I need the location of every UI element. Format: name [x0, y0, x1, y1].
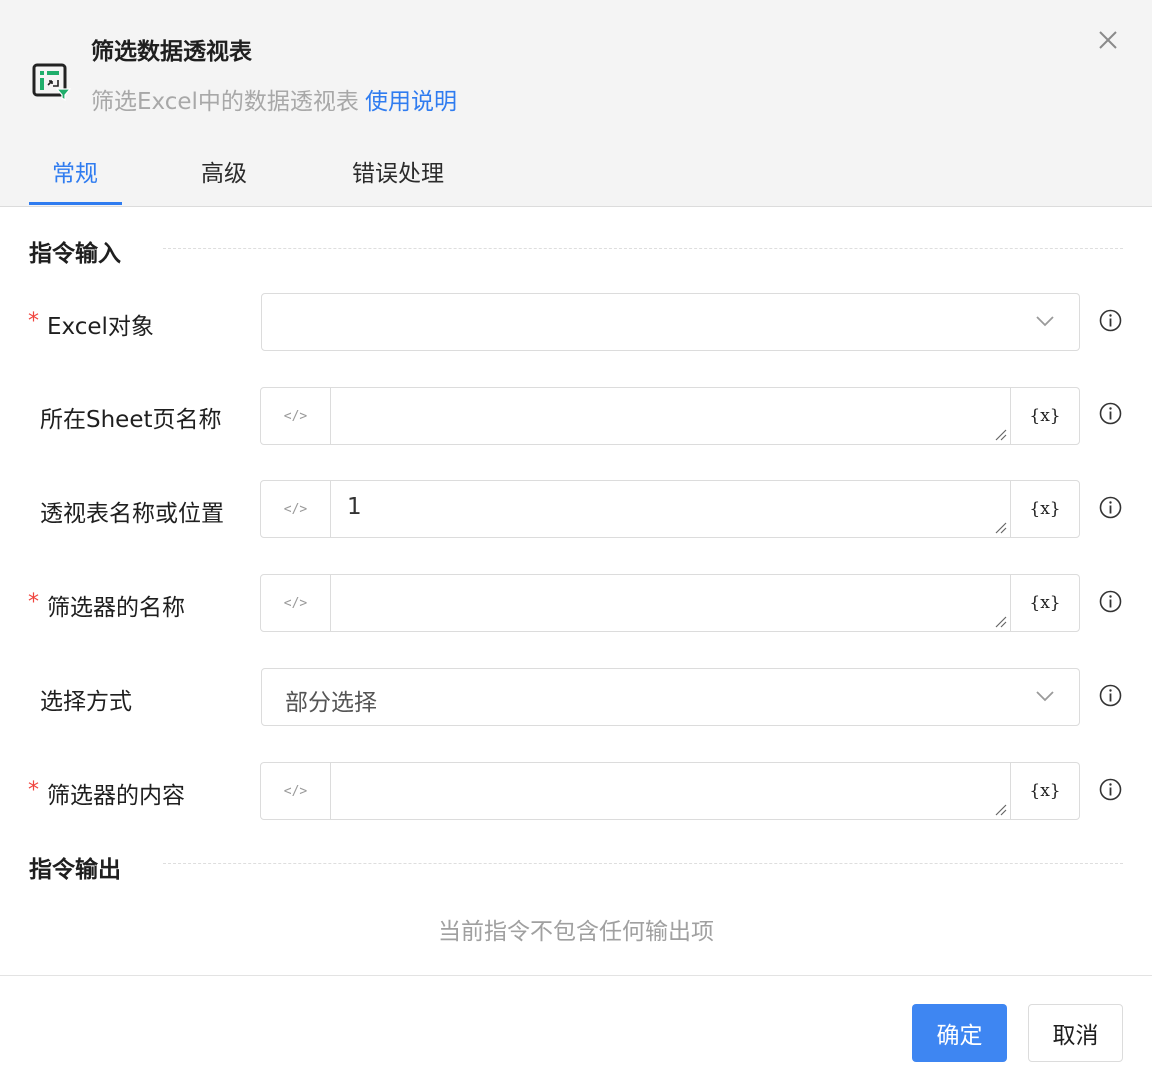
code-mode-toggle[interactable]: </> [261, 575, 331, 631]
pivot-table-filter-icon [32, 63, 72, 102]
select-mode-select[interactable]: 部分选择 [261, 668, 1080, 726]
info-icon[interactable] [1099, 496, 1122, 519]
tab-advanced[interactable]: 高级 [201, 154, 247, 188]
close-icon[interactable] [1094, 26, 1122, 54]
required-mark: * [28, 778, 39, 803]
insert-variable-button[interactable]: {x} [1011, 575, 1079, 631]
info-icon[interactable] [1099, 309, 1122, 332]
resize-grip-icon[interactable] [995, 522, 1007, 534]
chevron-down-icon [1036, 691, 1054, 702]
chevron-down-icon [1036, 316, 1054, 327]
section-title-output: 指令输出 [29, 857, 121, 883]
confirm-button[interactable]: 确定 [912, 1004, 1007, 1062]
info-icon[interactable] [1099, 590, 1122, 613]
filter-content-input-group: </> {x} [260, 762, 1080, 820]
filter-content-input[interactable] [331, 763, 1011, 819]
dialog-subtitle: 筛选Excel中的数据透视表 使用说明 [91, 82, 457, 116]
insert-variable-button[interactable]: {x} [1011, 481, 1079, 537]
pivot-name-input[interactable]: 1 [331, 481, 1011, 537]
info-icon[interactable] [1099, 778, 1122, 801]
resize-grip-icon[interactable] [995, 616, 1007, 628]
pivot-name-input-group: </> 1 {x} [260, 480, 1080, 538]
sheet-name-input-group: </> {x} [260, 387, 1080, 445]
label-pivot-name: 透视表名称或位置 [40, 501, 224, 527]
help-link[interactable]: 使用说明 [365, 89, 457, 115]
info-icon[interactable] [1099, 402, 1122, 425]
code-mode-toggle[interactable]: </> [261, 388, 331, 444]
sheet-name-input[interactable] [331, 388, 1011, 444]
pivot-name-value: 1 [347, 494, 362, 520]
code-mode-toggle[interactable]: </> [261, 481, 331, 537]
no-output-message: 当前指令不包含任何输出项 [438, 919, 714, 945]
footer-divider [0, 975, 1152, 976]
section-divider [163, 863, 1123, 864]
section-divider [163, 248, 1123, 249]
insert-variable-button[interactable]: {x} [1011, 763, 1079, 819]
filter-name-input[interactable] [331, 575, 1011, 631]
filter-name-input-group: </> {x} [260, 574, 1080, 632]
label-filter-name: 筛选器的名称 [47, 595, 185, 621]
label-sheet-name: 所在Sheet页名称 [40, 407, 222, 433]
resize-grip-icon[interactable] [995, 429, 1007, 441]
info-icon[interactable] [1099, 684, 1122, 707]
required-mark: * [28, 309, 39, 334]
active-tab-indicator [29, 202, 122, 205]
label-select-mode: 选择方式 [40, 689, 132, 715]
section-title-input: 指令输入 [29, 241, 121, 267]
cancel-button[interactable]: 取消 [1028, 1004, 1123, 1062]
select-mode-value: 部分选择 [285, 690, 377, 716]
tab-error-handling[interactable]: 错误处理 [352, 154, 444, 188]
insert-variable-button[interactable]: {x} [1011, 388, 1079, 444]
label-excel-object: Excel对象 [47, 314, 154, 340]
required-mark: * [28, 590, 39, 615]
tab-general[interactable]: 常规 [52, 154, 98, 188]
subtitle-text: 筛选Excel中的数据透视表 [91, 89, 359, 115]
dialog-header: 筛选数据透视表 筛选Excel中的数据透视表 使用说明 常规 高级 错误处理 [0, 0, 1152, 207]
resize-grip-icon[interactable] [995, 804, 1007, 816]
dialog-title: 筛选数据透视表 [91, 39, 252, 65]
code-mode-toggle[interactable]: </> [261, 763, 331, 819]
label-filter-content: 筛选器的内容 [47, 783, 185, 809]
excel-object-select[interactable] [261, 293, 1080, 351]
